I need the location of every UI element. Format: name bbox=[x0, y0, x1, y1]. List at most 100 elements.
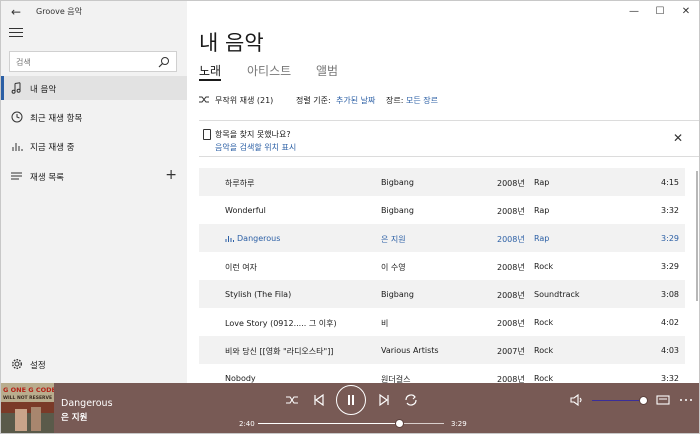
song-genre: Rock bbox=[534, 346, 554, 355]
genre-label: 장르: bbox=[386, 96, 404, 105]
elapsed-time: 2:40 bbox=[239, 420, 255, 428]
song-year: 2008년 bbox=[497, 319, 525, 328]
album-art[interactable]: G ONE G CODE WILL NOT RESERVE bbox=[1, 383, 54, 433]
song-year: 2008년 bbox=[497, 263, 525, 272]
list-icon bbox=[11, 172, 22, 180]
now-playing-title[interactable]: Dangerous bbox=[61, 398, 113, 409]
song-title: Nobody bbox=[225, 374, 256, 383]
sidebar-item-label: 재생 목록 bbox=[30, 173, 64, 183]
search-input[interactable] bbox=[16, 55, 156, 69]
song-title: 이런 여자 bbox=[225, 263, 257, 272]
song-genre: Soundtrack bbox=[534, 290, 580, 299]
search-icon[interactable] bbox=[158, 56, 170, 68]
song-genre: Rap bbox=[534, 234, 550, 243]
tab-songs[interactable]: 노래 bbox=[199, 62, 222, 81]
device-icon bbox=[203, 129, 211, 140]
song-title-cell: Dangerous bbox=[225, 234, 280, 243]
repeat-icon[interactable] bbox=[402, 391, 420, 409]
song-year: 2008년 bbox=[497, 235, 525, 244]
song-title: Love Story (0912..... 그 이후) bbox=[225, 319, 337, 328]
song-title: Wonderful bbox=[225, 206, 266, 215]
pause-button[interactable] bbox=[336, 385, 366, 415]
table-row[interactable]: Wonderful Bigbang 2008년 Rap 3:32 bbox=[199, 196, 685, 224]
music-note-icon bbox=[11, 82, 21, 94]
sidebar-item-my-music[interactable]: 내 음악 bbox=[1, 76, 187, 100]
song-genre: Rock bbox=[534, 262, 554, 271]
song-year: 2008년 bbox=[497, 179, 525, 188]
bars-icon bbox=[12, 143, 23, 151]
song-duration: 3:32 bbox=[661, 374, 679, 383]
song-artist[interactable]: Bigbang bbox=[381, 206, 414, 215]
song-duration: 3:32 bbox=[661, 206, 679, 215]
tab-albums[interactable]: 앨범 bbox=[316, 62, 338, 79]
hamburger-menu-icon[interactable] bbox=[9, 28, 23, 42]
song-duration: 3:08 bbox=[661, 290, 679, 299]
song-genre: Rap bbox=[534, 178, 550, 187]
song-artist[interactable]: Bigbang bbox=[381, 178, 414, 187]
volume-slider[interactable] bbox=[592, 400, 644, 401]
page-title: 내 음악 bbox=[199, 31, 264, 55]
song-title: 하루하루 bbox=[225, 179, 255, 188]
clock-icon bbox=[11, 111, 23, 123]
shuffle-button-icon[interactable] bbox=[283, 391, 301, 409]
sidebar-item-recent[interactable]: 최근 재생 항목 bbox=[1, 105, 187, 129]
genre-dropdown[interactable]: 모든 장르 bbox=[406, 95, 438, 106]
seek-bar[interactable] bbox=[258, 419, 444, 428]
song-duration: 4:02 bbox=[661, 318, 679, 327]
table-row[interactable]: 이런 여자 이 수영 2008년 Rock 3:29 bbox=[199, 252, 685, 280]
sidebar-item-label: 내 음악 bbox=[30, 85, 57, 95]
table-row[interactable]: Stylish (The Fila) Bigbang 2008년 Soundtr… bbox=[199, 280, 685, 308]
song-list: 하루하루 Bigbang 2008년 Rap 4:15 Wonderful Bi… bbox=[199, 168, 685, 392]
mini-player-icon[interactable] bbox=[654, 391, 672, 409]
back-button[interactable]: ← bbox=[7, 4, 25, 20]
song-artist[interactable]: Bigbang bbox=[381, 290, 414, 299]
table-row[interactable]: 비와 당신 [[영화 "라디오스타"]] Various Artists 200… bbox=[199, 336, 685, 364]
song-duration: 4:15 bbox=[661, 178, 679, 187]
shuffle-all-button[interactable]: 무작위 재생 (21) bbox=[215, 95, 273, 106]
tab-artists[interactable]: 아티스트 bbox=[247, 62, 291, 79]
sort-dropdown[interactable]: 추가된 날짜 bbox=[336, 95, 375, 106]
app-title: Groove 음악 bbox=[36, 7, 83, 16]
song-artist[interactable]: 비 bbox=[381, 318, 388, 329]
app-window: 내 음악 최근 재생 항목 지금 재생 중 재생 목 bbox=[0, 0, 700, 434]
song-title: Dangerous bbox=[237, 234, 281, 243]
song-artist[interactable]: Various Artists bbox=[381, 346, 439, 355]
volume-slider-thumb[interactable] bbox=[639, 396, 648, 405]
sidebar-item-label: 최근 재생 항목 bbox=[30, 114, 83, 124]
add-playlist-button[interactable]: + bbox=[165, 167, 177, 183]
search-box[interactable] bbox=[9, 51, 177, 72]
song-duration: 3:29 bbox=[661, 262, 679, 271]
song-title: 비와 당신 [[영화 "라디오스타"]] bbox=[225, 347, 334, 356]
table-row[interactable]: Love Story (0912..... 그 이후) 비 2008년 Rock… bbox=[199, 308, 685, 336]
seek-bar-thumb[interactable] bbox=[395, 419, 405, 428]
sidebar-item-now-playing[interactable]: 지금 재생 중 bbox=[1, 134, 187, 158]
song-artist[interactable]: 은 지원 bbox=[381, 234, 406, 245]
show-music-locations-link[interactable]: 음악을 검색할 위치 표시 bbox=[215, 142, 296, 153]
notice-close-button[interactable]: ✕ bbox=[673, 132, 683, 144]
sidebar-item-playlists[interactable]: 재생 목록 + bbox=[1, 164, 187, 188]
table-row[interactable]: 하루하루 Bigbang 2008년 Rap 4:15 bbox=[199, 168, 685, 196]
previous-track-icon[interactable] bbox=[310, 391, 328, 409]
player-bar: G ONE G CODE WILL NOT RESERVE Dangerous … bbox=[1, 383, 699, 433]
album-art-text-1: G ONE G CODE bbox=[3, 386, 54, 394]
now-playing-artist[interactable]: 은 지원 bbox=[61, 411, 87, 423]
more-options-icon[interactable] bbox=[677, 391, 695, 409]
song-duration: 4:03 bbox=[661, 346, 679, 355]
sidebar-item-settings[interactable]: 설정 bbox=[1, 352, 187, 376]
song-year: 2008년 bbox=[497, 207, 525, 216]
now-playing-icon bbox=[225, 236, 234, 242]
song-year: 2008년 bbox=[497, 291, 525, 300]
sort-label: 정렬 기준: bbox=[296, 96, 331, 105]
song-duration: 3:29 bbox=[661, 234, 679, 243]
sidebar-item-label: 지금 재생 중 bbox=[30, 143, 75, 153]
sidebar: 내 음악 최근 재생 항목 지금 재생 중 재생 목 bbox=[1, 1, 187, 383]
album-art-text-2: WILL NOT RESERVE bbox=[3, 395, 52, 401]
sidebar-item-label: 설정 bbox=[30, 361, 46, 371]
song-artist[interactable]: 이 수영 bbox=[381, 262, 406, 273]
table-row-playing[interactable]: Dangerous 은 지원 2008년 Rap 3:29 bbox=[199, 224, 685, 252]
volume-icon[interactable] bbox=[568, 391, 586, 409]
next-track-icon[interactable] bbox=[375, 391, 393, 409]
seek-bar-fill bbox=[258, 423, 401, 424]
scrollbar[interactable] bbox=[696, 171, 698, 301]
main-content: 내 음악 노래 아티스트 앨범 무작위 재생 (21) 정렬 기준: 추가된 날… bbox=[187, 1, 699, 384]
